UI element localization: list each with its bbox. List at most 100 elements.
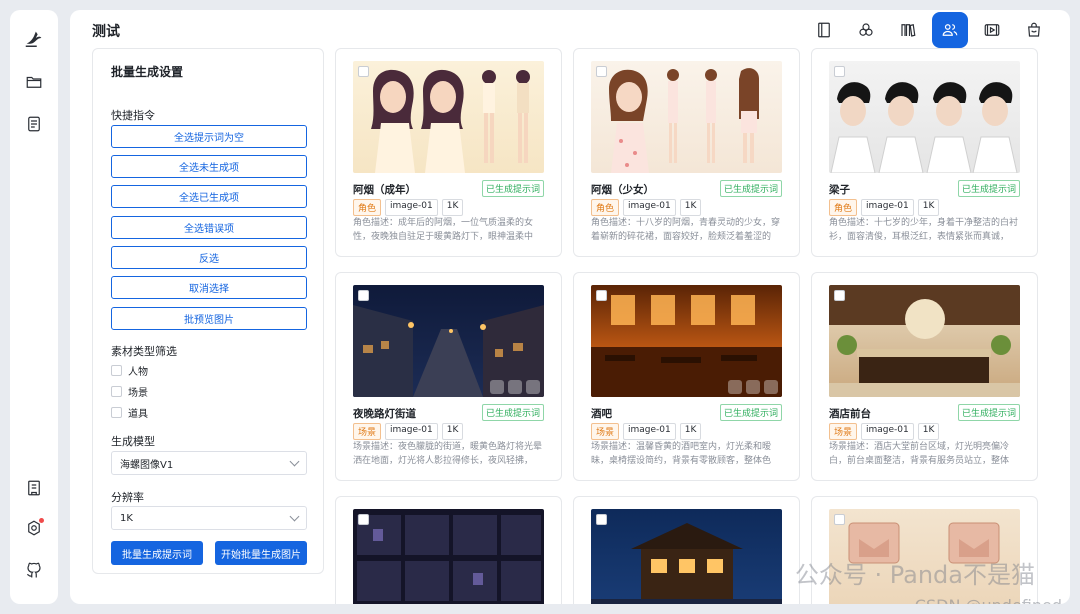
- github-icon[interactable]: [22, 558, 46, 582]
- card-thumbnail[interactable]: [353, 509, 544, 604]
- card-tags: 角色 image-01 1K: [591, 199, 702, 216]
- expand-icon[interactable]: [746, 380, 760, 394]
- card-checkbox[interactable]: [358, 66, 369, 77]
- card-title: 夜晚路灯街道: [353, 408, 416, 420]
- asset-card[interactable]: [335, 496, 562, 604]
- card-tags: 角色 image-01 1K: [829, 199, 940, 216]
- library-icon[interactable]: [890, 12, 926, 48]
- asset-card[interactable]: 酒吧 已生成提示词 场景 image-01 1K 场景描述：温馨昏黄的酒吧室内，…: [573, 272, 800, 481]
- select-ungenerated-button[interactable]: 全选未生成项: [111, 155, 307, 178]
- batch-preview-button[interactable]: 批预览图片: [111, 307, 307, 330]
- asset-card[interactable]: 夜晚路灯街道 已生成提示词 场景 image-01 1K 场景描述：夜色朦胧的街…: [335, 272, 562, 481]
- checkbox[interactable]: [111, 386, 122, 397]
- batch-generate-prompt-button[interactable]: 批量生成提示词: [111, 541, 203, 565]
- card-title: 酒吧: [591, 408, 612, 420]
- card-title: 阿烟（成年）: [353, 184, 416, 196]
- card-description: 场景描述：酒店大堂前台区域，灯光明亮偏冷白，前台桌面整洁，背景有服务员站立，整体…: [829, 442, 1010, 466]
- card-title: 酒店前台: [829, 408, 871, 420]
- card-thumbnail[interactable]: [591, 509, 782, 604]
- book-icon[interactable]: [806, 12, 842, 48]
- select-errors-button[interactable]: 全选错误项: [111, 216, 307, 239]
- download-icon[interactable]: [526, 380, 540, 394]
- book-icon[interactable]: [22, 476, 46, 500]
- model-label: 生成模型: [111, 435, 155, 448]
- palette-icon[interactable]: [848, 12, 884, 48]
- checkbox[interactable]: [111, 407, 122, 418]
- batch-settings-panel: 批量生成设置 快捷指令 全选提示词为空 全选未生成项 全选已生成项 全选错误项 …: [92, 48, 324, 574]
- chevron-down-icon: [289, 456, 300, 466]
- status-badge: 已生成提示词: [719, 404, 782, 421]
- filter-prop-label: 道具: [128, 409, 148, 420]
- card-checkbox[interactable]: [834, 66, 845, 77]
- resolution-tag: 1K: [917, 199, 940, 216]
- card-description: 角色描述：十八岁的阿烟，青春灵动的少女，穿着崭新的碎花裙，面容姣好，脸颊泛着羞涩…: [591, 218, 781, 242]
- model-select[interactable]: 海螺图像V1: [111, 451, 307, 475]
- card-checkbox[interactable]: [596, 290, 607, 301]
- panel-title: 批量生成设置: [111, 65, 184, 79]
- card-checkbox[interactable]: [596, 514, 607, 525]
- type-tag: 角色: [829, 199, 858, 216]
- folder-icon[interactable]: [22, 70, 46, 94]
- status-badge: 已生成提示词: [957, 180, 1020, 197]
- card-thumbnail[interactable]: [591, 285, 782, 397]
- asset-card[interactable]: 梁子 已生成提示词 角色 image-01 1K 角色描述：十七岁的少年，身着干…: [811, 48, 1038, 257]
- filter-character-label: 人物: [128, 367, 148, 378]
- card-description: 角色描述：成年后的阿烟，一位气质温柔的女性，夜晚独自驻足于暖黄路灯下，眼神温柔中…: [353, 218, 534, 242]
- logo-icon[interactable]: [22, 26, 46, 50]
- copy-icon[interactable]: [490, 380, 504, 394]
- type-tag: 场景: [829, 423, 858, 440]
- status-badge: 已生成提示词: [719, 180, 782, 197]
- card-description: 场景描述：温馨昏黄的酒吧室内，灯光柔和暧昧，桌椅摆设简约，背景有零散顾客，整体色…: [591, 442, 772, 466]
- card-checkbox[interactable]: [834, 514, 845, 525]
- cancel-selection-button[interactable]: 取消选择: [111, 276, 307, 299]
- asset-card[interactable]: 阿烟（成年） 已生成提示词 角色 image-01 1K 角色描述：成年后的阿烟…: [335, 48, 562, 257]
- batch-generate-image-button[interactable]: 开始批量生成图片: [215, 541, 307, 565]
- resolution-tag: 1K: [917, 423, 940, 440]
- card-tags: 场景 image-01 1K: [591, 423, 702, 440]
- card-thumbnail[interactable]: [829, 285, 1020, 397]
- chevron-down-icon: [289, 511, 300, 521]
- expand-icon[interactable]: [508, 380, 522, 394]
- watermark-text: 公众号 · Panda不是猫: [794, 561, 1035, 589]
- filter-prop[interactable]: 道具: [111, 405, 148, 420]
- users-icon[interactable]: [932, 12, 968, 48]
- card-thumbnail[interactable]: [829, 61, 1020, 173]
- select-empty-prompt-button[interactable]: 全选提示词为空: [111, 125, 307, 148]
- card-checkbox[interactable]: [358, 290, 369, 301]
- card-thumbnail[interactable]: [353, 61, 544, 173]
- filter-character[interactable]: 人物: [111, 363, 148, 378]
- checkbox[interactable]: [111, 365, 122, 376]
- asset-card[interactable]: 阿烟（少女） 已生成提示词 角色 image-01 1K 角色描述：十八岁的阿烟…: [573, 48, 800, 257]
- type-tag: 角色: [591, 199, 620, 216]
- select-generated-button[interactable]: 全选已生成项: [111, 185, 307, 208]
- asset-card[interactable]: 酒店前台 已生成提示词 场景 image-01 1K 场景描述：酒店大堂前台区域…: [811, 272, 1038, 481]
- model-tag: image-01: [385, 423, 438, 440]
- resolution-tag: 1K: [679, 199, 702, 216]
- video-icon[interactable]: [974, 12, 1010, 48]
- invert-selection-button[interactable]: 反选: [111, 246, 307, 269]
- copy-icon[interactable]: [728, 380, 742, 394]
- type-tag: 场景: [591, 423, 620, 440]
- bag-icon[interactable]: [1016, 12, 1052, 48]
- watermark-csdn: CSDN @undefined: [915, 596, 1062, 604]
- card-thumbnail[interactable]: [353, 285, 544, 397]
- resolution-label: 分辨率: [111, 491, 144, 504]
- asset-card[interactable]: [573, 496, 800, 604]
- model-tag: image-01: [861, 423, 914, 440]
- icon-rail: [10, 10, 58, 604]
- download-icon[interactable]: [764, 380, 778, 394]
- top-toolbar: [806, 12, 1052, 48]
- card-checkbox[interactable]: [834, 290, 845, 301]
- model-tag: image-01: [623, 199, 676, 216]
- card-checkbox[interactable]: [596, 66, 607, 77]
- page-title: 测试: [92, 24, 120, 40]
- settings-icon[interactable]: [22, 516, 46, 540]
- model-tag: image-01: [623, 423, 676, 440]
- resolution-select[interactable]: 1K: [111, 506, 307, 530]
- card-thumbnail[interactable]: [591, 61, 782, 173]
- card-checkbox[interactable]: [358, 514, 369, 525]
- card-description: 角色描述：十七岁的少年，身着干净整洁的白衬衫，面容清俊，耳根泛红，表情紧张而真诚…: [829, 218, 1019, 242]
- resolution-tag: 1K: [441, 199, 464, 216]
- filter-scene[interactable]: 场景: [111, 384, 148, 399]
- document-list-icon[interactable]: [22, 112, 46, 136]
